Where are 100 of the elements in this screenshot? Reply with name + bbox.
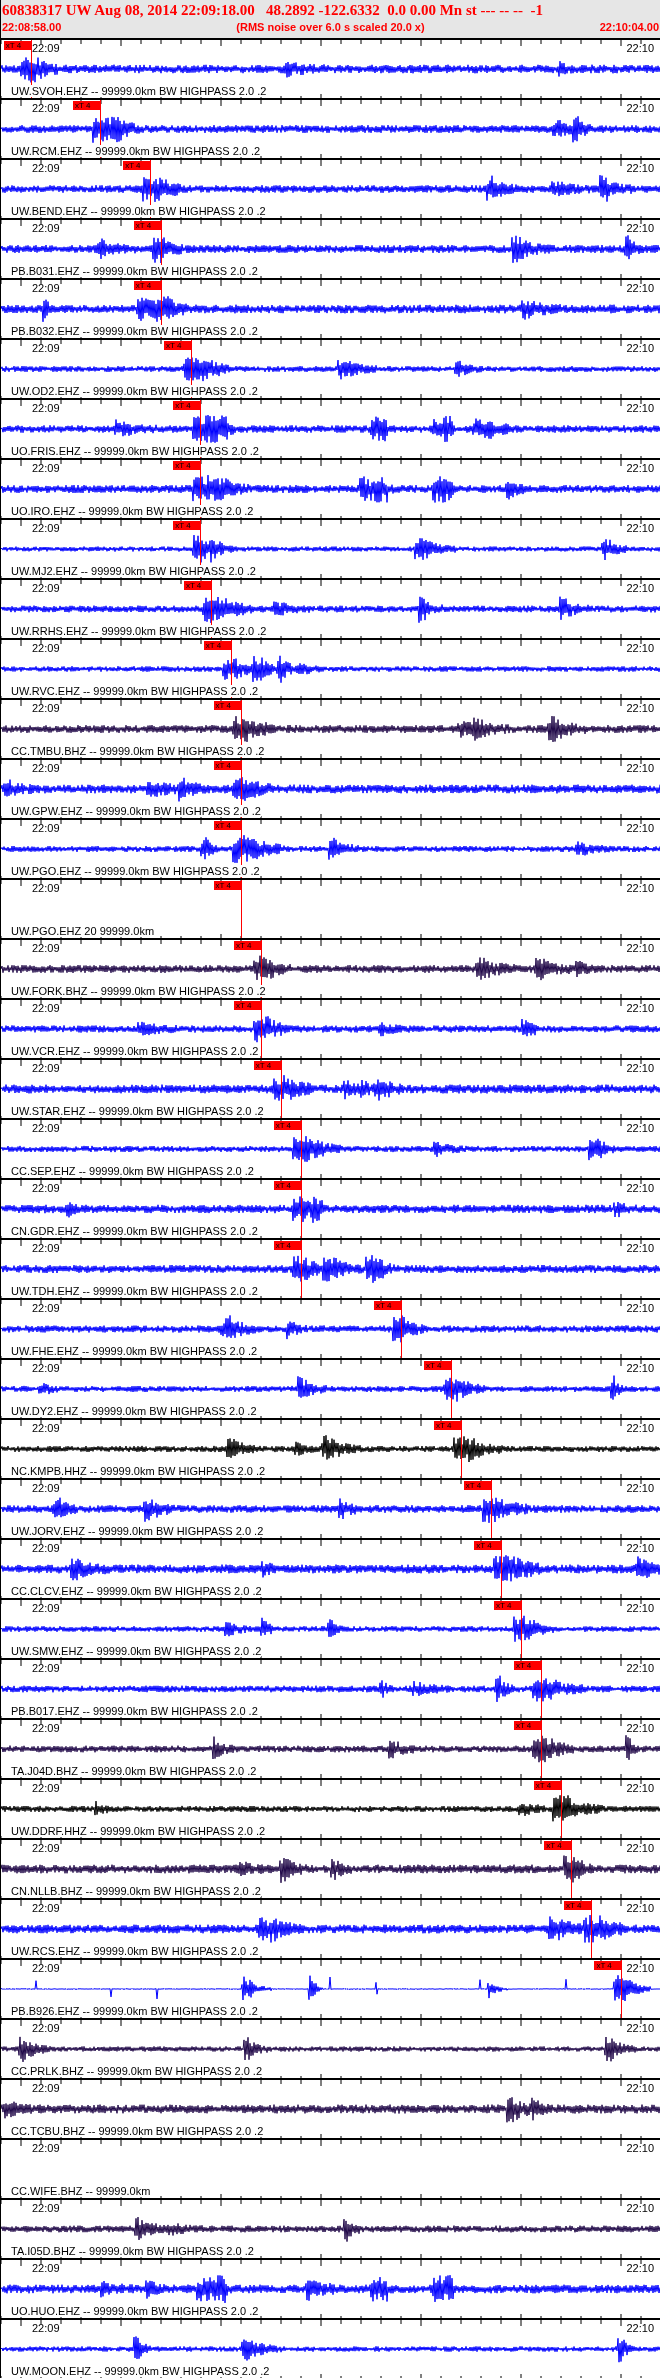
channel-label: CC.PRLK.BHZ -- 99999.0km BW HIGHPASS 2.0 .2 xyxy=(11,2065,263,2077)
time-label: 22:10 xyxy=(626,1722,654,1734)
time-label: 22:09 xyxy=(32,1182,60,1194)
channel-label: PB.B017.EHZ -- 99999.0km BW HIGHPASS 2.0 .2 xyxy=(11,1705,258,1717)
time-label: 22:09 xyxy=(32,2322,60,2334)
time-label: 22:10 xyxy=(626,1302,654,1314)
channel-label: PB.B031.EHZ -- 99999.0km BW HIGHPASS 2.0 .2 xyxy=(11,265,258,277)
time-label: 22:10 xyxy=(626,1122,654,1134)
time-label: 22:09 xyxy=(32,2262,60,2274)
channel-label: UW.RCS.EHZ -- 99999.0km BW HIGHPASS 2.0 .2 xyxy=(11,1945,259,1957)
channel-label: UW.DDRF.HHZ -- 99999.0km BW HIGHPASS 2.0 .2 xyxy=(11,1825,266,1837)
time-label: 22:10 xyxy=(626,1362,654,1374)
channel-label: UW.BEND.EHZ -- 99999.0km BW HIGHPASS 2.0 .2 xyxy=(11,205,266,217)
time-label: 22:09 xyxy=(32,822,60,834)
time-label: 22:10 xyxy=(626,522,654,534)
time-label: 22:09 xyxy=(32,522,60,534)
channel-label: UW.SMW.EHZ -- 99999.0km BW HIGHPASS 2.0 .2 xyxy=(11,1645,262,1657)
time-label: 22:09 xyxy=(32,2202,60,2214)
time-label: 22:10 xyxy=(626,402,654,414)
channel-label: CC.WIFE.BHZ -- 99999.0km xyxy=(11,2185,151,2197)
time-label: 22:10 xyxy=(626,1602,654,1614)
channel-label: UO.FRIS.EHZ -- 99999.0km BW HIGHPASS 2.0 .2 xyxy=(11,445,259,457)
time-label: 22:09 xyxy=(32,1422,60,1434)
pick-flag: xT 4 xyxy=(173,461,201,470)
time-label: 22:10 xyxy=(626,1662,654,1674)
time-label: 22:09 xyxy=(32,222,60,234)
time-label: 22:10 xyxy=(626,42,654,54)
time-label: 22:10 xyxy=(626,162,654,174)
pick-flag: xT 4 xyxy=(494,1601,522,1610)
time-label: 22:10 xyxy=(626,1422,654,1434)
time-label: 22:10 xyxy=(626,1782,654,1794)
pick-flag: xT 4 xyxy=(173,401,201,410)
time-label: 22:09 xyxy=(32,162,60,174)
channel-label: CN.NLLB.BHZ -- 99999.0km BW HIGHPASS 2.0 .2 xyxy=(11,1885,261,1897)
time-label: 22:09 xyxy=(32,582,60,594)
pick-flag: xT 4 xyxy=(273,1241,301,1250)
time-label: 22:10 xyxy=(626,462,654,474)
time-label: 22:09 xyxy=(32,1122,60,1134)
time-label: 22:09 xyxy=(32,1002,60,1014)
pick-flag: xT 4 xyxy=(213,701,241,710)
time-label: 22:09 xyxy=(32,282,60,294)
channel-label: UW.OD2.EHZ -- 99999.0km BW HIGHPASS 2.0 .2 xyxy=(11,385,258,397)
time-label: 22:09 xyxy=(32,762,60,774)
time-label: 22:09 xyxy=(32,702,60,714)
channel-label: UW.GPW.EHZ -- 99999.0km BW HIGHPASS 2.0 .2 xyxy=(11,805,261,817)
pick-flag: xT 4 xyxy=(123,161,151,170)
time-label: 22:09 xyxy=(32,462,60,474)
time-label: 22:10 xyxy=(626,2142,654,2154)
time-label: 22:09 xyxy=(32,102,60,114)
channel-label: UW.RCM.EHZ -- 99999.0km BW HIGHPASS 2.0 .2 xyxy=(11,145,261,157)
channel-label: UW.TDH.EHZ -- 99999.0km BW HIGHPASS 2.0 .2 xyxy=(11,1285,258,1297)
end-time: 22:10:04.00 xyxy=(599,20,659,34)
channel-label: TA.J04D.BHZ -- 99999.0km BW HIGHPASS 2.0 .2 xyxy=(11,1765,257,1777)
pick-flag: xT 4 xyxy=(273,1121,301,1130)
channel-label: UW.FHE.EHZ -- 99999.0km BW HIGHPASS 2.0 .2 xyxy=(11,1345,258,1357)
time-label: 22:10 xyxy=(626,2322,654,2334)
time-label: 22:09 xyxy=(32,882,60,894)
time-label: 22:10 xyxy=(626,1242,654,1254)
pick-flag: xT 4 xyxy=(424,1361,452,1370)
pick-flag: xT 4 xyxy=(434,1421,461,1430)
channel-label: UW.RRHS.EHZ -- 99999.0km BW HIGHPASS 2.0 .2 xyxy=(11,625,267,637)
channel-label: UW.DY2.EHZ -- 99999.0km BW HIGHPASS 2.0 .2 xyxy=(11,1405,257,1417)
pick-flag: xT 4 xyxy=(73,101,100,110)
channel-label: UW.PGO.EHZ 20 99999.0km xyxy=(11,925,155,937)
channel-label: UW.JORV.EHZ -- 99999.0km BW HIGHPASS 2.0 .2 xyxy=(11,1525,264,1537)
pick-flag: xT 4 xyxy=(533,1781,561,1790)
start-time: 22:08:58.00 xyxy=(2,20,62,34)
time-label: 22:10 xyxy=(626,2202,654,2214)
pick-flag: xT 4 xyxy=(594,1961,622,1970)
pick-flag: xT 4 xyxy=(544,1841,572,1850)
channel-label: UW.MOON.EHZ -- 99999.0km BW HIGHPASS 2.0 .2 xyxy=(11,2365,270,2377)
time-label: 22:09 xyxy=(32,1902,60,1914)
scale-note: (RMS noise over 6.0 s scaled 20.0 x) xyxy=(236,20,425,34)
pick-flag: xT 4 xyxy=(133,221,161,230)
channel-label: CC.SEP.EHZ -- 99999.0km BW HIGHPASS 2.0 .2 xyxy=(11,1165,254,1177)
time-label: 22:09 xyxy=(32,1302,60,1314)
channel-label: CC.TCBU.BHZ -- 99999.0km BW HIGHPASS 2.0 .2 xyxy=(11,2125,264,2137)
time-label: 22:10 xyxy=(626,702,654,714)
time-label: 22:10 xyxy=(626,2082,654,2094)
pick-flag: xT 4 xyxy=(474,1541,502,1550)
pick-flag: xT 4 xyxy=(234,1001,262,1010)
channel-label: PB.B926.EHZ -- 99999.0km BW HIGHPASS 2.0 .2 xyxy=(11,2005,258,2017)
channel-label: UO.IRO.EHZ -- 99999.0km BW HIGHPASS 2.0 .2 xyxy=(11,505,254,517)
channel-label: CN.GDR.EHZ -- 99999.0km BW HIGHPASS 2.0 .2 xyxy=(11,1225,258,1237)
time-label: 22:10 xyxy=(626,942,654,954)
time-label: 22:10 xyxy=(626,342,654,354)
pick-flag: xT 4 xyxy=(164,341,192,350)
pick-flag: xT 4 xyxy=(183,581,211,590)
time-label: 22:10 xyxy=(626,282,654,294)
time-label: 22:09 xyxy=(32,1842,60,1854)
time-label: 22:09 xyxy=(32,1482,60,1494)
time-label: 22:10 xyxy=(626,642,654,654)
pick-flag: xT 4 xyxy=(373,1301,401,1310)
time-label: 22:10 xyxy=(626,582,654,594)
time-label: 22:09 xyxy=(32,1362,60,1374)
time-label: 22:09 xyxy=(32,2022,60,2034)
pick-flag: xT 4 xyxy=(3,41,31,50)
channel-label: UW.PGO.EHZ -- 99999.0km BW HIGHPASS 2.0 .2 xyxy=(11,865,260,877)
pick-flag: xT 4 xyxy=(213,821,241,830)
time-label: 22:09 xyxy=(32,1602,60,1614)
